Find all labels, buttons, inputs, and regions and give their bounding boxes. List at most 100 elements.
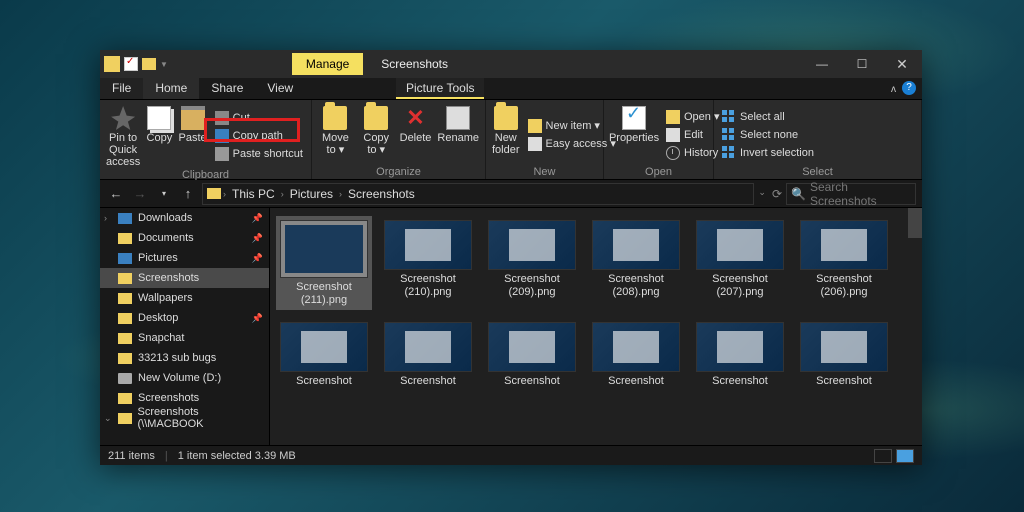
crumb-sep-icon: ›	[223, 189, 226, 199]
file-thumbnail[interactable]: Screenshot (209).png	[484, 216, 580, 310]
breadcrumb[interactable]: › This PC › Pictures › Screenshots	[202, 183, 754, 205]
select-all-button[interactable]: Select all	[720, 109, 816, 125]
file-label: Screenshot (211).png	[278, 281, 370, 306]
file-thumbnail[interactable]: Screenshot (211).png	[276, 216, 372, 310]
sidebar-item[interactable]: Documents📌	[100, 228, 269, 248]
nav-back-button[interactable]: ←	[106, 186, 126, 201]
ribbon-group-clipboard: Pin to Quick access Copy Paste Cut	[100, 100, 312, 179]
file-label: Screenshot	[504, 375, 560, 388]
edit-label: Edit	[684, 129, 703, 141]
sidebar-item[interactable]: ⌄Screenshots (\\MACBOOK	[100, 408, 269, 428]
sidebar-item[interactable]: ›Downloads📌	[100, 208, 269, 228]
qat-customize-icon[interactable]: ▼	[160, 60, 168, 69]
sidebar-item-label: Desktop	[138, 312, 178, 324]
folder-icon	[207, 188, 221, 199]
crumb-this-pc[interactable]: This PC	[228, 187, 279, 201]
file-thumbnail[interactable]: Screenshot	[588, 318, 684, 392]
file-thumbnail[interactable]: Screenshot (207).png	[692, 216, 788, 310]
search-input[interactable]: 🔍 Search Screenshots	[786, 183, 916, 205]
sidebar-item-label: Snapchat	[138, 332, 184, 344]
file-thumbnail[interactable]: Screenshot (206).png	[796, 216, 892, 310]
sidebar-item[interactable]: Screenshots	[100, 268, 269, 288]
delete-icon: ✕	[404, 106, 428, 130]
rename-button[interactable]: Rename	[437, 104, 479, 165]
content-scrollbar[interactable]	[908, 208, 922, 445]
tab-picture-tools[interactable]: Picture Tools	[396, 78, 484, 99]
sidebar-item[interactable]: Screenshots	[100, 388, 269, 408]
file-thumbnail[interactable]: Screenshot	[692, 318, 788, 392]
cut-button[interactable]: Cut	[213, 110, 305, 126]
crumb-screenshots[interactable]: Screenshots	[344, 187, 419, 201]
sidebar-item[interactable]: New Volume (D:)	[100, 368, 269, 388]
history-button[interactable]: History	[664, 145, 722, 161]
refresh-button[interactable]: ⟳	[772, 187, 782, 201]
open-button[interactable]: Open ▾	[664, 109, 722, 125]
nav-up-button[interactable]: ↑	[178, 186, 198, 201]
paste-shortcut-label: Paste shortcut	[233, 148, 303, 160]
new-folder-icon	[494, 106, 518, 130]
move-to-button[interactable]: Move to ▾	[318, 104, 353, 165]
folder-icon	[118, 393, 132, 404]
expand-icon[interactable]: ›	[104, 213, 107, 223]
ribbon-group-new: New folder New item ▾ Easy access ▾ New	[486, 100, 604, 179]
crumb-sep-icon: ›	[339, 189, 342, 199]
invert-selection-button[interactable]: Invert selection	[720, 145, 816, 161]
file-thumbnail[interactable]: Screenshot	[796, 318, 892, 392]
maximize-button[interactable]: ☐	[842, 50, 882, 78]
copy-button[interactable]: Copy	[146, 104, 172, 168]
sidebar-item[interactable]: Pictures📌	[100, 248, 269, 268]
close-button[interactable]: ✕	[882, 50, 922, 78]
file-thumbnail[interactable]: Screenshot	[276, 318, 372, 392]
history-icon	[666, 146, 680, 160]
tab-file[interactable]: File	[100, 78, 143, 99]
view-details-button[interactable]	[874, 449, 892, 463]
file-thumbnail[interactable]: Screenshot (210).png	[380, 216, 476, 310]
address-dropdown-icon[interactable]: ⌄	[758, 187, 766, 201]
delete-button[interactable]: ✕ Delete	[400, 104, 432, 165]
file-list[interactable]: Screenshot (211).png Screenshot (210).png…	[270, 208, 922, 445]
properties-button[interactable]: Properties	[610, 104, 658, 165]
qat-newfolder-icon[interactable]	[142, 58, 156, 70]
copy-to-button[interactable]: Copy to ▾	[359, 104, 394, 165]
collapse-ribbon-icon[interactable]: ʌ	[891, 84, 896, 95]
paste-shortcut-button[interactable]: Paste shortcut	[213, 146, 305, 162]
copy-path-button[interactable]: Copy path	[213, 128, 305, 144]
new-folder-button[interactable]: New folder	[492, 104, 520, 165]
pin-label: Pin to Quick access	[106, 132, 140, 168]
pin-icon: 📌	[252, 233, 263, 244]
nav-recent-icon[interactable]: ▾	[154, 189, 174, 198]
pin-quick-access-button[interactable]: Pin to Quick access	[106, 104, 140, 168]
edit-button[interactable]: Edit	[664, 127, 722, 143]
file-thumbnail[interactable]: Screenshot	[380, 318, 476, 392]
help-icon[interactable]: ?	[902, 81, 916, 95]
navigation-pane[interactable]: ›Downloads📌Documents📌Pictures📌Screenshot…	[100, 208, 270, 445]
crumb-pictures[interactable]: Pictures	[286, 187, 337, 201]
tab-home[interactable]: Home	[143, 78, 199, 99]
paste-button[interactable]: Paste	[179, 104, 207, 168]
select-none-button[interactable]: Select none	[720, 127, 816, 143]
folder-icon	[118, 213, 132, 224]
thumbnail-image	[696, 322, 784, 372]
file-thumbnail[interactable]: Screenshot	[484, 318, 580, 392]
file-explorer-window: ▼ Manage Screenshots — ☐ ✕ File Home Sha…	[100, 50, 922, 465]
properties-label: Properties	[609, 132, 659, 144]
sidebar-item[interactable]: Snapchat	[100, 328, 269, 348]
sidebar-item[interactable]: Desktop📌	[100, 308, 269, 328]
minimize-button[interactable]: —	[802, 50, 842, 78]
titlebar: ▼ Manage Screenshots — ☐ ✕	[100, 50, 922, 78]
sidebar-item[interactable]: Wallpapers	[100, 288, 269, 308]
tab-share[interactable]: Share	[199, 78, 255, 99]
file-label: Screenshot	[400, 375, 456, 388]
new-item-label: New item ▾	[546, 119, 600, 132]
nav-forward-button[interactable]: →	[130, 186, 150, 201]
expand-icon[interactable]: ⌄	[104, 413, 112, 424]
view-thumbnails-button[interactable]	[896, 449, 914, 463]
manage-contextual-tab[interactable]: Manage	[292, 53, 363, 75]
file-thumbnail[interactable]: Screenshot (208).png	[588, 216, 684, 310]
tab-view[interactable]: View	[255, 78, 305, 99]
delete-label: Delete	[400, 132, 432, 144]
sidebar-item[interactable]: 33213 sub bugs	[100, 348, 269, 368]
thumbnail-image	[280, 220, 368, 278]
qat-properties-icon[interactable]	[124, 57, 138, 71]
thumbnail-image	[592, 220, 680, 270]
